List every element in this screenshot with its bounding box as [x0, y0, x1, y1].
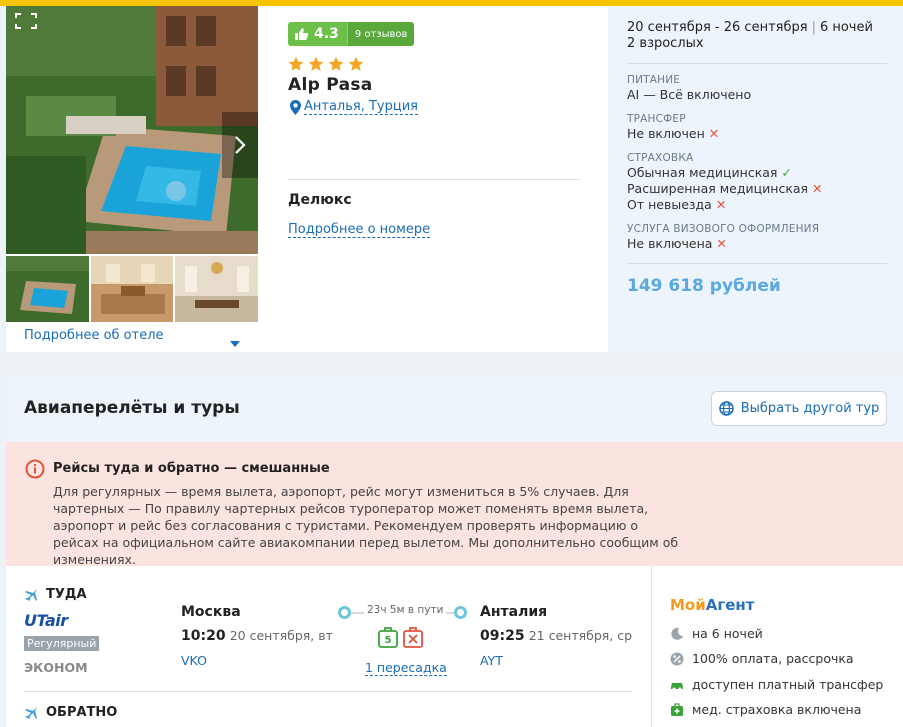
departure-city: Москва: [181, 604, 241, 620]
return-direction: ОБРАТНО: [24, 705, 117, 720]
hand-luggage-icon: 5: [378, 627, 398, 648]
arrival-time: 09:25 21 сентября, ср: [480, 628, 633, 644]
cross-icon: ✕: [715, 197, 727, 212]
warning-title: Рейсы туда и обратно — смешанные: [53, 461, 330, 476]
gallery-thumbnails: [6, 256, 259, 322]
warning-text: Для регулярных — время вылета, аэропорт,…: [53, 484, 679, 567]
cabin-class: ЭКОНОМ: [24, 660, 88, 675]
plane-icon: [25, 706, 37, 719]
star-icon: [348, 56, 364, 71]
route-start-dot: [338, 606, 351, 619]
flight-segment: ТУДА UTair Регулярный ЭКОНОМ Москва 10:2…: [6, 566, 646, 727]
arrival-airport[interactable]: AYT: [480, 653, 503, 668]
hotel-card: Подробнее об отеле 4.3 9 отзывов Alp Pas…: [6, 6, 903, 352]
departure-airport[interactable]: VKO: [181, 653, 207, 668]
tour-details: 20 сентября - 26 сентября | 6 ночей 2 взро…: [608, 6, 903, 352]
rating-badge[interactable]: 4.3 9 отзывов: [288, 22, 415, 46]
cross-icon: ✕: [812, 181, 823, 196]
room-type: Делюкс: [288, 192, 352, 208]
cross-icon: ✕: [708, 126, 720, 141]
hotel-gallery: Подробнее об отеле: [6, 6, 259, 352]
choose-other-tour-button[interactable]: Выбрать другой тур: [711, 391, 887, 426]
meal-label: Питание: [627, 74, 681, 86]
map-pin-icon: [290, 99, 301, 115]
visa-label: Услуга визового оформления: [627, 223, 820, 235]
outbound-direction: ТУДА: [24, 587, 87, 602]
visa-value: Не включена ✕: [627, 236, 727, 251]
mixed-flights-warning: Рейсы туда и обратно — смешанные Для рег…: [6, 442, 903, 567]
plane-icon: [25, 588, 37, 601]
moon-icon: [670, 627, 684, 641]
hotel-main-photo[interactable]: [6, 6, 258, 254]
nights-value: 6 ночей: [819, 20, 873, 35]
svg-text:5: 5: [385, 635, 392, 646]
transfer-value: Не включен ✕: [627, 126, 720, 141]
flights-header: Авиаперелёты и туры Выбрать другой тур: [6, 375, 903, 442]
chevron-right-icon: [235, 136, 246, 154]
rating-value: 4.3: [314, 26, 339, 42]
reviews-count[interactable]: 9 отзывов: [346, 22, 415, 46]
star-icon: [328, 56, 344, 71]
guests-value: 2 взрослых: [627, 36, 704, 51]
agent-logo: МойАгент: [670, 596, 755, 614]
route-end-dot: [454, 606, 467, 619]
hotel-info: 4.3 9 отзывов Alp Pasa Анталья, Турция Д…: [288, 6, 588, 352]
hotel-stars: [288, 56, 364, 72]
choose-other-tour-label: Выбрать другой тур: [740, 401, 880, 416]
divider: [627, 63, 887, 64]
hotel-more-link[interactable]: Подробнее об отеле: [24, 328, 164, 343]
check-icon: ✓: [781, 165, 792, 180]
return-label: ОБРАТНО: [46, 705, 118, 720]
flight-kind-badge: Регулярный: [24, 636, 100, 651]
medical-kit-icon: [670, 702, 684, 717]
percent-icon: [670, 652, 684, 666]
agent-feature-insurance: мед. страховка включена: [670, 702, 861, 717]
agent-feature-payment: 100% оплата, рассрочка: [670, 651, 854, 666]
gallery-next-button[interactable]: [222, 112, 258, 178]
location-link[interactable]: Анталья, Турция: [304, 99, 418, 115]
chevron-down-icon[interactable]: [230, 332, 240, 351]
insurance-item: Обычная медицинская ✓: [627, 165, 792, 180]
flight-duration: 23ч 5м в пути: [364, 604, 447, 616]
divider: [24, 691, 633, 692]
thumbs-up-icon: [295, 28, 309, 40]
insurance-item: Расширенная медицинская ✕: [627, 181, 823, 196]
star-icon: [288, 56, 304, 71]
baggage-info: 5: [378, 626, 423, 648]
divider: [627, 263, 887, 264]
hotel-thumbnail[interactable]: [6, 256, 89, 322]
flights-title: Авиаперелёты и туры: [24, 398, 240, 418]
star-icon: [308, 56, 324, 71]
arrival-city: Анталия: [480, 604, 548, 620]
agent-panel: МойАгент на 6 ночей 100% оплата, рассроч…: [651, 566, 903, 727]
insurance-label: Страховка: [627, 152, 694, 164]
tour-dates: 20 сентября - 26 сентября | 6 ночей: [627, 20, 873, 35]
airline-logo: UTair: [24, 611, 68, 630]
rating-score: 4.3: [288, 22, 347, 46]
agent-feature-transfer: доступен платный трансфер: [670, 677, 883, 692]
agent-feature-nights: на 6 ночей: [670, 626, 763, 641]
hotel-thumbnail[interactable]: [90, 256, 174, 322]
flights-card: Авиаперелёты и туры Выбрать другой тур Р…: [6, 375, 903, 727]
dates-value: 20 сентября - 26 сентября: [627, 20, 808, 35]
outbound-label: ТУДА: [46, 587, 87, 602]
transfers-link[interactable]: 1 пересадка: [365, 661, 447, 676]
info-icon: [25, 459, 45, 483]
meal-value: AI — Всё включено: [627, 87, 752, 102]
hotel-location[interactable]: Анталья, Турция: [290, 99, 418, 115]
tour-price: 149 618 рублей: [627, 276, 781, 296]
expand-photo-icon[interactable]: [15, 13, 37, 29]
room-more-link[interactable]: Подробнее о номере: [288, 222, 431, 238]
no-baggage-icon: [403, 627, 423, 648]
insurance-item: От невыезда ✕: [627, 197, 727, 212]
transfer-label: Трансфер: [627, 113, 686, 125]
departure-time: 10:20 20 сентября, вт: [181, 628, 333, 644]
hotel-thumbnail[interactable]: [175, 256, 259, 322]
car-icon: [670, 678, 684, 692]
hotel-name: Alp Pasa: [288, 75, 373, 95]
divider: [288, 179, 580, 180]
cross-icon: ✕: [716, 236, 727, 251]
globe-icon: [718, 401, 734, 416]
